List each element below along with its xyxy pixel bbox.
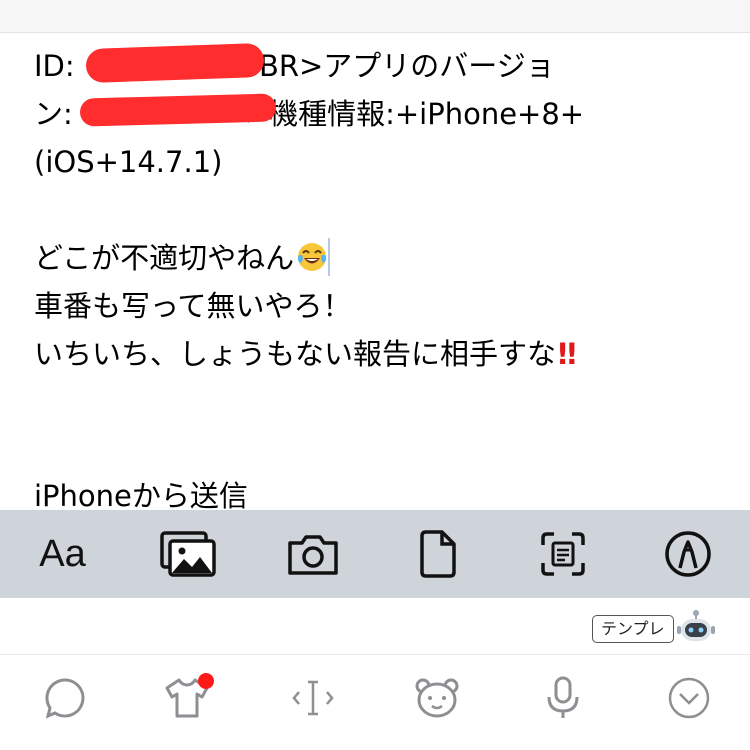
id-label: ID: <box>34 49 75 83</box>
redaction-mark-1 <box>85 42 265 84</box>
text-style-button[interactable]: Aa <box>33 524 93 584</box>
document-button[interactable] <box>408 524 468 584</box>
header-strip <box>0 0 750 33</box>
laughing-tears-emoji-icon <box>298 243 327 271</box>
text-style-label: Aa <box>39 532 86 575</box>
version-label: ン: <box>34 97 73 131</box>
chat-bubble-icon <box>45 678 85 719</box>
text-caret <box>328 238 331 276</box>
cursor-icon <box>292 680 334 716</box>
camera-button[interactable] <box>283 524 343 584</box>
photo-library-icon <box>159 531 216 577</box>
voice-input-button[interactable] <box>538 673 588 723</box>
photo-library-button[interactable] <box>158 524 218 584</box>
chevron-down-circle-icon <box>668 677 710 719</box>
markup-icon <box>664 531 711 577</box>
document-icon <box>419 530 456 578</box>
redaction-mark-2 <box>79 93 277 127</box>
reply-text: いちいち、しょうもない報告に相手すな <box>34 337 557 371</box>
scan-text-icon <box>540 532 585 576</box>
cursor-button[interactable] <box>288 673 338 723</box>
line1-tail: <BR>アプリのバージョ <box>234 49 555 83</box>
theme-button[interactable] <box>162 673 214 723</box>
markup-button[interactable] <box>658 524 718 584</box>
robot-assistant-icon[interactable] <box>676 608 716 648</box>
collapse-keyboard-button[interactable] <box>664 673 714 723</box>
complaint-text: どこが不適切やねん <box>34 241 295 275</box>
template-row: テンプレ <box>0 598 750 655</box>
notification-badge <box>198 673 214 689</box>
template-button[interactable]: テンプレ <box>592 615 674 643</box>
chat-button[interactable] <box>40 673 90 723</box>
message-body[interactable]: ID: <BR>アプリのバージョ ン: >機種情報:+iPhone+8+ (iOS+… <box>34 42 734 378</box>
microphone-icon <box>547 676 579 718</box>
format-toolbar: Aa <box>0 510 750 598</box>
message-line-5: 車番も写って無いやろ！ <box>34 289 352 323</box>
message-line-6: いちいち、しょうもない報告に相手すな!! <box>34 330 734 378</box>
message-line-2: ン: >機種情報:+iPhone+8+ <box>34 90 734 138</box>
camera-icon <box>287 535 338 575</box>
bottom-toolbar <box>0 655 750 750</box>
message-line-1: ID: <BR>アプリのバージョ <box>34 42 734 90</box>
sticker-button[interactable] <box>412 673 462 723</box>
double-exclamation-icon: !! <box>556 337 579 371</box>
message-line-4: どこが不適切やねん <box>34 234 734 282</box>
line2-tail: >機種情報:+iPhone+8+ <box>244 97 585 131</box>
scan-text-button[interactable] <box>533 524 593 584</box>
message-line-3: (iOS+14.7.1) <box>34 145 223 179</box>
bear-face-icon <box>415 678 459 718</box>
